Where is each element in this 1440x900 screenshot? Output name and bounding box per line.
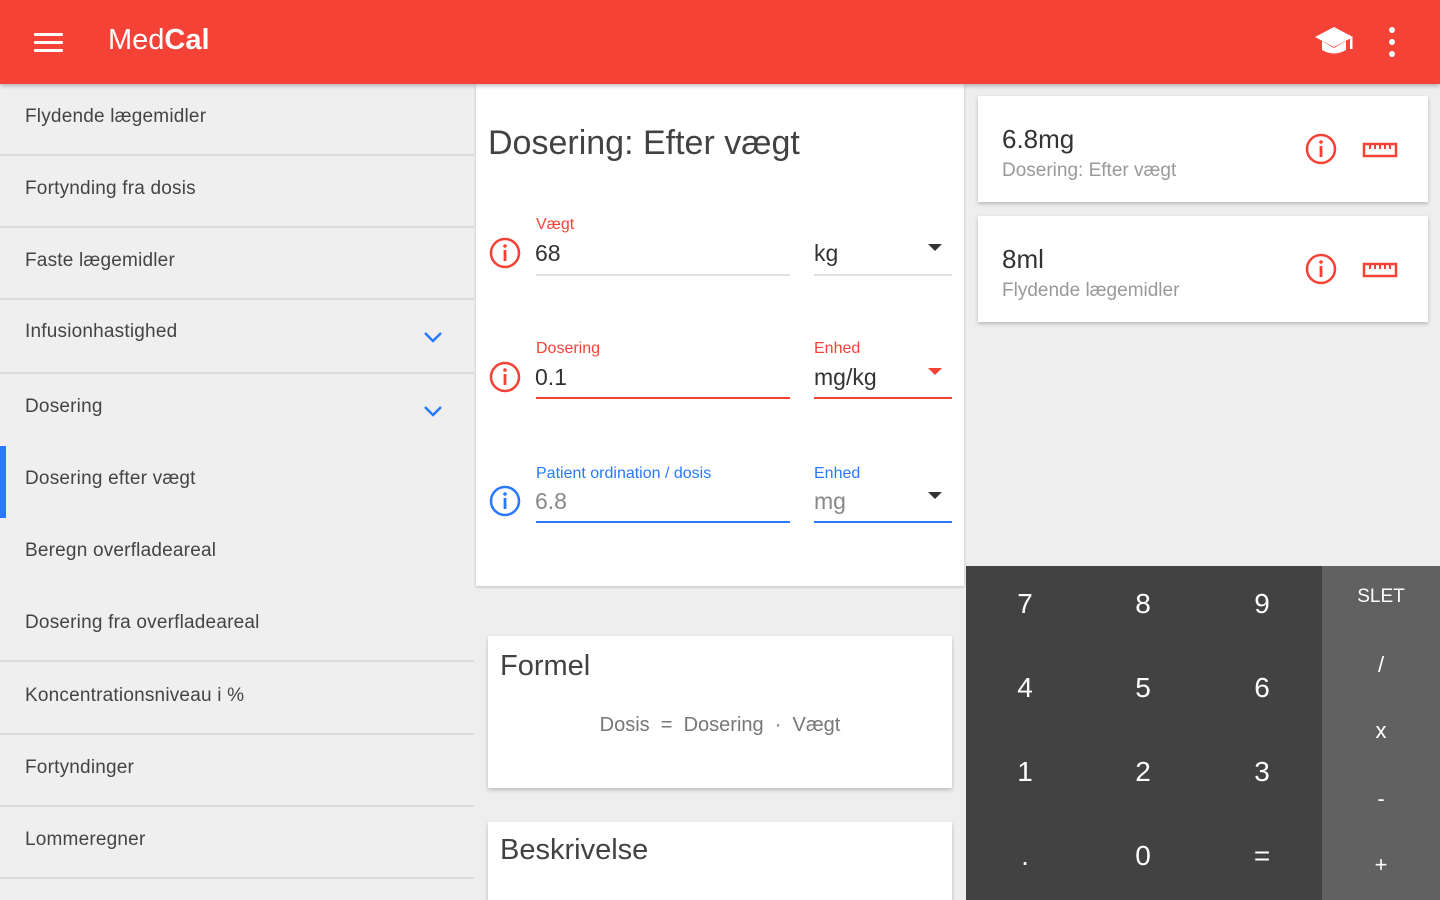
formula-title: Formel: [500, 650, 591, 682]
result-subtitle: Flydende lægemidler: [1002, 280, 1180, 301]
dosage-unit-underline: [814, 397, 952, 399]
sidebar-item-lommeregner[interactable]: Lommeregner: [0, 829, 474, 859]
sidebar-item-label: Flydende lægemidler: [25, 106, 207, 127]
dosage-unit-select[interactable]: mg/kg: [814, 364, 877, 391]
sidebar-item-label: Faste lægemidler: [25, 250, 175, 271]
sidebar-item-label: Fortynding fra dosis: [25, 178, 196, 199]
result-value: 8ml: [1002, 244, 1044, 274]
description-card: Beskrivelse: [488, 822, 952, 900]
divider: [0, 298, 474, 300]
dosage-unit-label: Enhed: [814, 340, 861, 357]
sidebar-item-label: Fortyndinger: [25, 757, 135, 778]
divider: [0, 226, 474, 228]
result-unit-select[interactable]: mg: [814, 488, 846, 515]
sidebar-item-flydende-laegemidler[interactable]: Flydende lægemidler: [0, 106, 474, 136]
sidebar-item-dosering-efter-vaegt[interactable]: Dosering efter vægt: [0, 468, 474, 498]
weight-label: Vægt: [536, 216, 575, 233]
divider: [0, 733, 474, 735]
more-vert-icon[interactable]: [1374, 24, 1410, 60]
info-icon[interactable]: [488, 484, 522, 518]
sidebar-item-beregn-overfladeareal[interactable]: Beregn overfladeareal: [0, 540, 474, 570]
key-decimal[interactable]: .: [966, 840, 1084, 900]
key-7[interactable]: 7: [966, 588, 1084, 672]
weight-unit-dropdown-arrow[interactable]: [928, 244, 942, 251]
sidebar-item-label: Infusionhastighed: [25, 321, 178, 342]
result-unit-label: Enhed: [814, 465, 861, 482]
formula-card: Formel Dosis = Dosering · Vægt: [488, 636, 952, 788]
sidebar-item-fortyndinger[interactable]: Fortyndinger: [0, 757, 474, 787]
ruler-icon[interactable]: [1362, 140, 1398, 160]
delete-button[interactable]: SLET: [1322, 586, 1440, 608]
key-1[interactable]: 1: [966, 756, 1084, 840]
sidebar-item-label: Lommeregner: [25, 829, 146, 850]
school-icon[interactable]: [1312, 24, 1356, 60]
key-3[interactable]: 3: [1203, 756, 1321, 840]
description-title: Beskrivelse: [500, 834, 649, 866]
info-icon[interactable]: [488, 236, 522, 270]
chevron-down-icon[interactable]: [422, 404, 444, 418]
key-8[interactable]: 8: [1084, 588, 1202, 672]
sidebar-item-koncentrationsniveau[interactable]: Koncentrationsniveau i %: [0, 685, 474, 715]
info-icon[interactable]: [1304, 132, 1338, 166]
dosage-unit-dropdown-arrow[interactable]: [928, 368, 942, 375]
dosage-label: Dosering: [536, 340, 601, 357]
result-subtitle: Dosering: Efter vægt: [1002, 160, 1177, 181]
result-underline: [536, 521, 790, 523]
sidebar-item-faste-laegemidler[interactable]: Faste lægemidler: [0, 250, 474, 280]
app-bar: MedCal: [0, 0, 1440, 84]
sidebar-item-infusionhastighed[interactable]: Infusionhastighed: [0, 321, 474, 351]
result-card[interactable]: 6.8mg Dosering: Efter vægt: [978, 96, 1428, 202]
key-2[interactable]: 2: [1084, 756, 1202, 840]
page-title: Dosering: Efter vægt: [488, 124, 800, 162]
menu-icon[interactable]: [30, 28, 68, 56]
key-4[interactable]: 4: [966, 672, 1084, 756]
divide-button[interactable]: /: [1322, 652, 1440, 678]
divider: [0, 660, 474, 662]
sidebar-item-label: Dosering fra overfladeareal: [25, 612, 260, 633]
info-icon[interactable]: [1304, 252, 1338, 286]
divider: [0, 805, 474, 807]
result-unit-underline: [814, 521, 952, 523]
result-label: Patient ordination / dosis: [536, 465, 712, 482]
divider: [0, 154, 474, 156]
add-button[interactable]: +: [1322, 852, 1440, 878]
key-6[interactable]: 6: [1203, 672, 1321, 756]
subtract-button[interactable]: -: [1322, 786, 1440, 812]
sidebar-item-label: Dosering: [25, 396, 103, 417]
sidebar-item-dosering-fra-overfladeareal[interactable]: Dosering fra overfladeareal: [0, 612, 474, 642]
key-5[interactable]: 5: [1084, 672, 1202, 756]
dosage-input[interactable]: 0.1: [535, 364, 567, 391]
result-input[interactable]: 6.8: [535, 488, 567, 515]
calculator-panel: Dosering: Efter vægt Vægt 68 kg Dosering…: [476, 84, 964, 900]
weight-unit-select[interactable]: kg: [814, 240, 838, 267]
info-icon[interactable]: [488, 360, 522, 394]
dosage-form: Dosering: Efter vægt Vægt 68 kg Dosering…: [476, 84, 964, 586]
key-equals[interactable]: =: [1203, 840, 1321, 900]
chevron-down-icon[interactable]: [422, 330, 444, 344]
ruler-icon[interactable]: [1362, 260, 1398, 280]
dosage-underline: [536, 397, 790, 399]
weight-input[interactable]: 68: [535, 240, 561, 267]
key-9[interactable]: 9: [1203, 588, 1321, 672]
weight-unit-underline: [814, 274, 952, 276]
weight-underline: [536, 274, 790, 276]
divider: [0, 877, 474, 879]
sidebar-item-label: Beregn overfladeareal: [25, 540, 217, 561]
sidebar: Flydende lægemidler Fortynding fra dosis…: [0, 84, 474, 900]
multiply-button[interactable]: x: [1322, 718, 1440, 744]
sidebar-item-label: Dosering efter vægt: [25, 468, 196, 489]
result-unit-dropdown-arrow[interactable]: [928, 492, 942, 499]
app-title: MedCal: [108, 24, 210, 56]
key-0[interactable]: 0: [1084, 840, 1202, 900]
result-card[interactable]: 8ml Flydende lægemidler: [978, 216, 1428, 322]
divider: [0, 372, 474, 374]
formula-text: Dosis = Dosering · Vægt: [599, 714, 841, 736]
sidebar-item-dosering[interactable]: Dosering: [0, 396, 474, 426]
result-value: 6.8mg: [1002, 124, 1075, 154]
sidebar-item-label: Koncentrationsniveau i %: [25, 685, 245, 706]
sidebar-item-fortynding-fra-dosis[interactable]: Fortynding fra dosis: [0, 178, 474, 208]
